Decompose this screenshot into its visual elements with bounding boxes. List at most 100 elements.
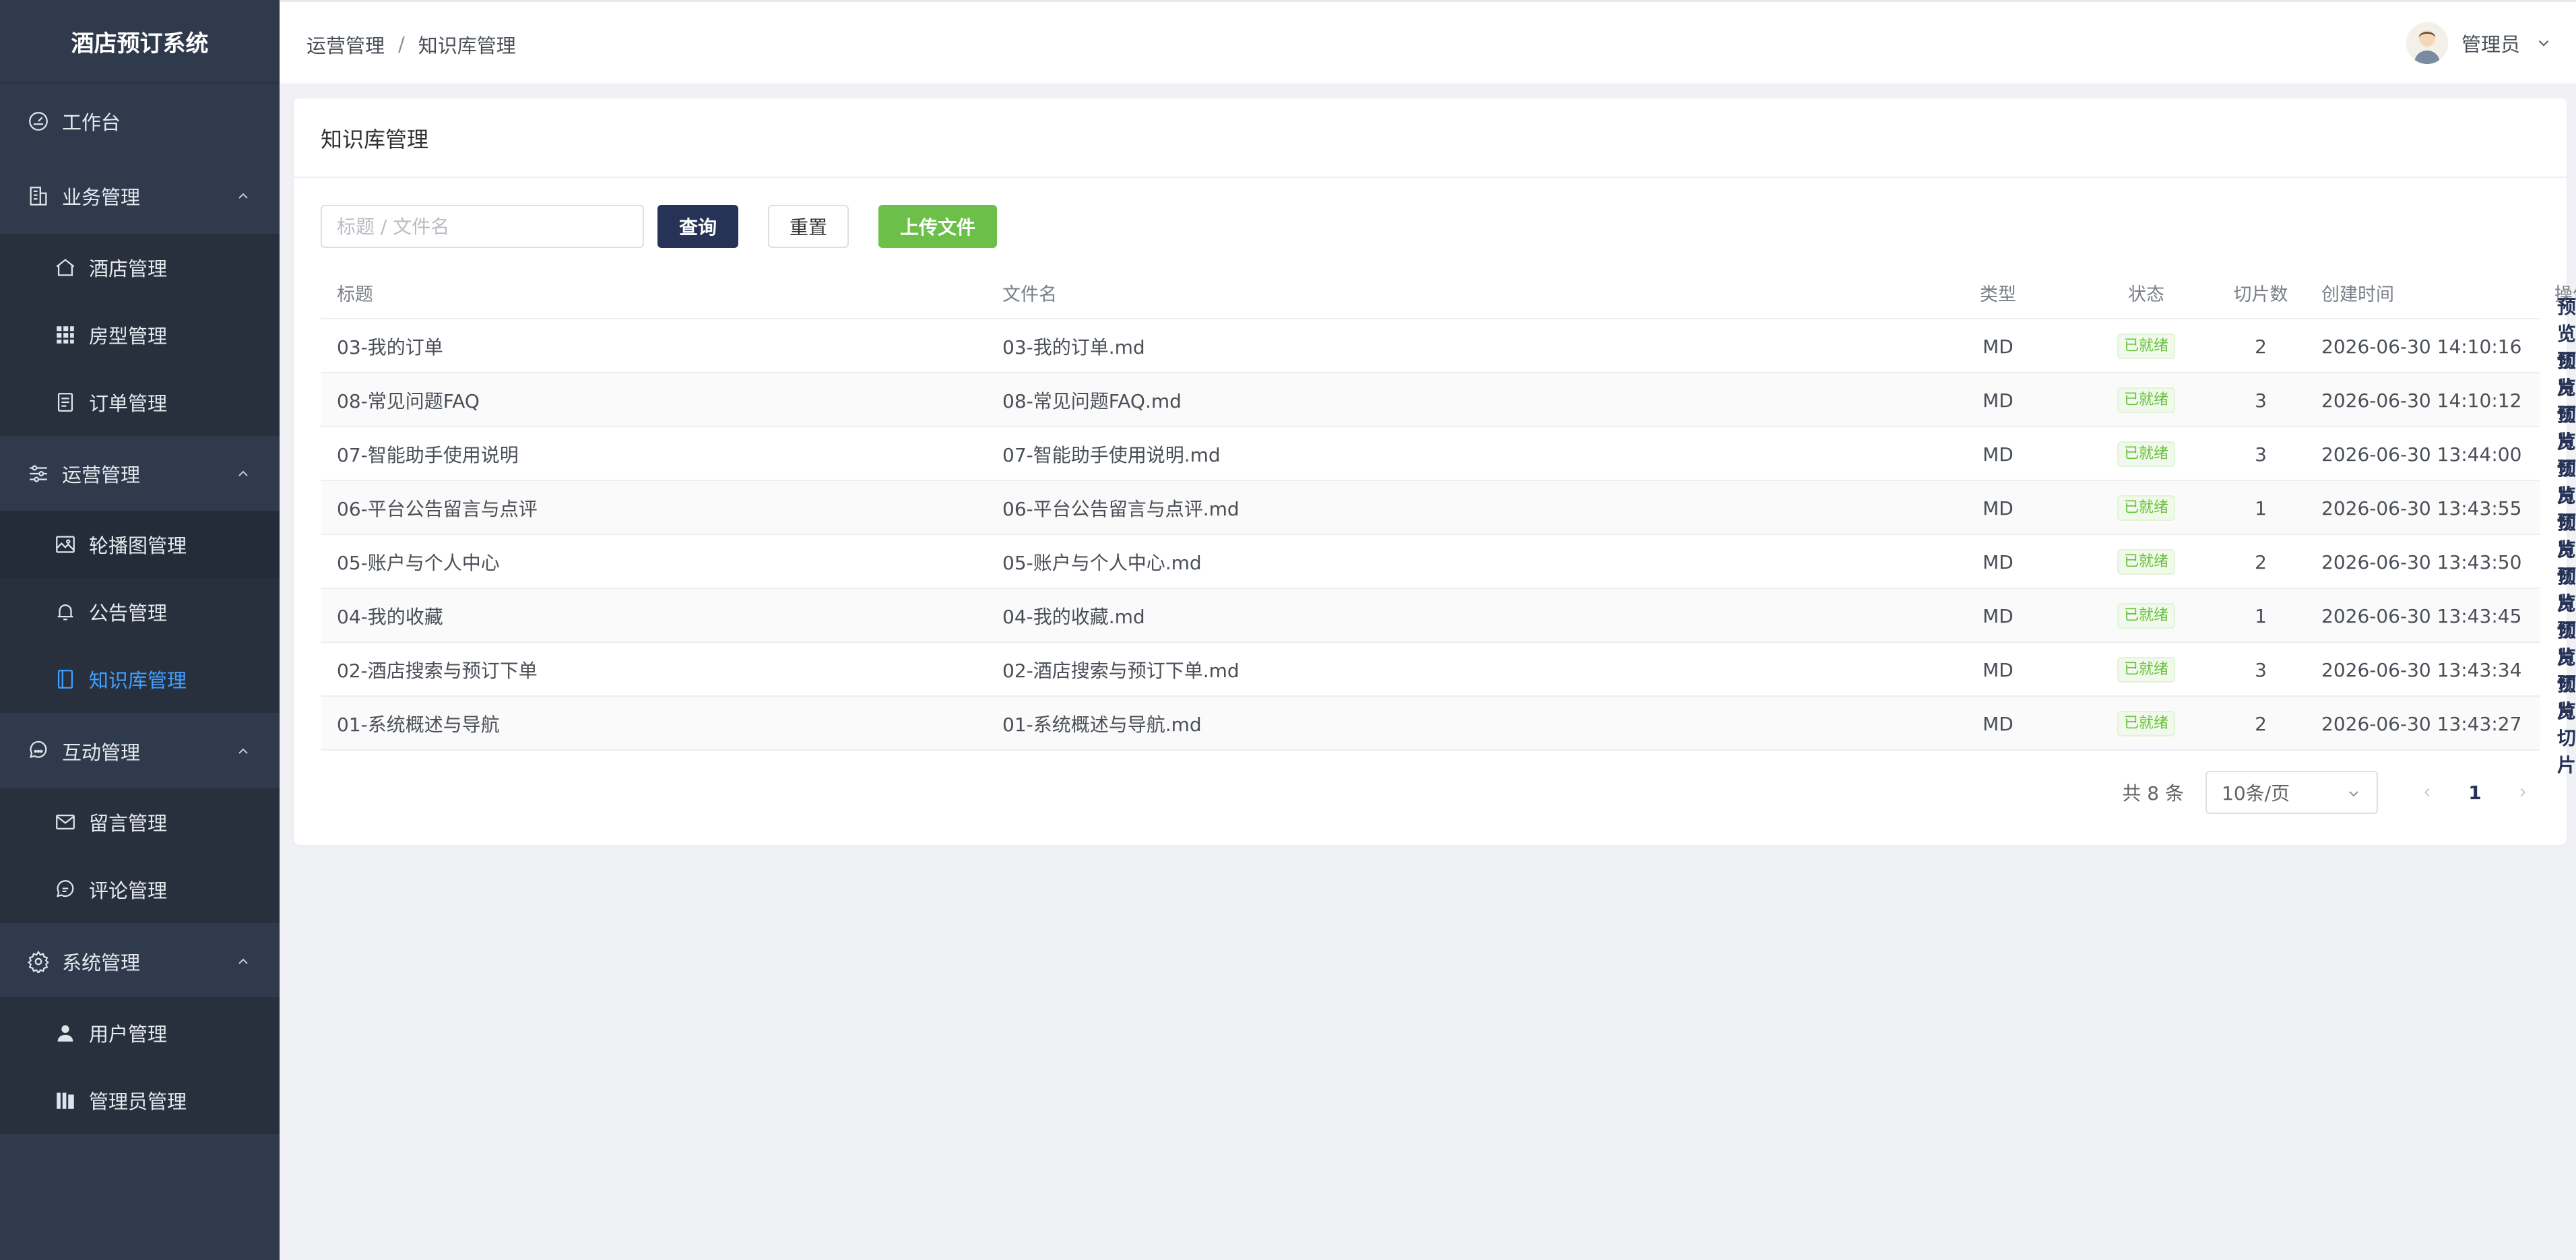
sliders-icon [27,462,50,485]
sidebar-item-user[interactable]: 用户管理 [0,999,280,1067]
chevron-down-icon [2349,791,2358,797]
cell-status: 已就绪 [2086,427,2207,481]
cell-filename: 07-智能助手使用说明.md [1002,444,1221,466]
next-page-button[interactable] [2506,776,2540,809]
cell-filename: 02-酒店搜索与预订下单.md [1002,660,1239,682]
bell-icon [54,600,77,623]
cell-status: 已就绪 [2086,373,2207,427]
column-header-filename: 文件名 [1002,284,1057,305]
document-icon [54,391,77,414]
knowledge-base-card: 知识库管理 查询 重置 上传文件 标题 文件名 类型 状态 切片数 创建时间 操… [294,98,2576,845]
sidebar-item-label: 知识库管理 [89,669,187,692]
column-header-type: 类型 [1980,284,2016,305]
user-menu[interactable]: 管理员 [2406,22,2552,64]
cell-created-time: 2026-06-30 13:43:45 [2321,604,2522,627]
cell-created-time: 2026-06-30 14:10:16 [2321,335,2522,358]
table-row: 06-平台公告留言与点评 06-平台公告留言与点评.md MD 已就绪 1 2026-06… [321,458,2576,561]
chevron-up-icon [238,748,248,754]
status-badge: 已就绪 [2117,657,2175,683]
upload-file-button[interactable]: 上传文件 [878,205,997,248]
breadcrumb-item-current: 知识库管理 [418,34,516,57]
status-badge: 已就绪 [2117,549,2175,575]
sidebar-item-label: 轮播图管理 [89,534,187,557]
cell-status: 已就绪 [2086,697,2207,751]
sidebar-item-message[interactable]: 留言管理 [0,788,280,856]
cell-status: 已就绪 [2086,481,2207,535]
status-badge: 已就绪 [2117,495,2175,521]
sidebar-item-notice[interactable]: 公告管理 [0,578,280,645]
sidebar-item-label: 业务管理 [62,186,141,209]
cell-type: MD [1983,658,2014,681]
sidebar-item-admin[interactable]: 管理员管理 [0,1067,280,1134]
sidebar-item-carousel[interactable]: 轮播图管理 [0,511,280,578]
cell-status: 已就绪 [2086,535,2207,589]
notebook-icon [54,668,77,691]
cell-filename: 04-我的收藏.md [1002,606,1145,628]
sidebar-group-business[interactable]: 业务管理 [0,162,280,230]
sidebar-item-dashboard[interactable]: 工作台 [0,88,280,155]
cell-chunk-count: 3 [2255,658,2267,681]
sidebar-item-label: 工作台 [62,111,121,134]
table-body: 03-我的订单 03-我的订单.md MD 已就绪 2 2026-06-30 14:10:… [321,296,2576,776]
column-header-created-time: 创建时间 [2321,284,2394,305]
sidebar-item-hotel[interactable]: 酒店管理 [0,234,280,301]
cell-type: MD [1983,712,2014,735]
table-row: 05-账户与个人中心 05-账户与个人中心.md MD 已就绪 2 2026-06-30 … [321,511,2576,615]
message-icon [54,811,77,833]
cell-filename: 05-账户与个人中心.md [1002,552,1202,574]
page-title: 知识库管理 [321,127,429,152]
table-row: 01-系统概述与导航 01-系统概述与导航.md MD 已就绪 2 2026-06-30 … [321,673,2576,776]
user-icon [54,1021,77,1044]
home-icon [54,256,77,279]
reset-button[interactable]: 重置 [768,205,849,248]
page-number-current[interactable]: 1 [2455,776,2495,809]
chevron-left-icon [2424,788,2430,797]
gear-icon [27,950,50,973]
sidebar-item-room-type[interactable]: 房型管理 [0,301,280,369]
cell-type: MD [1983,389,2014,412]
search-input[interactable] [321,205,644,248]
cell-status: 已就绪 [2086,643,2207,697]
sidebar-item-knowledge-base[interactable]: 知识库管理 [0,645,280,713]
avatar-icon [2406,22,2448,64]
sidebar-item-label: 评论管理 [89,879,168,902]
cell-chunk-count: 2 [2255,712,2267,735]
status-badge: 已就绪 [2117,387,2175,413]
cell-chunk-count: 1 [2255,604,2267,627]
sidebar-item-label: 酒店管理 [89,257,168,280]
sidebar-item-label: 互动管理 [62,741,141,764]
table-row: 03-我的订单 03-我的订单.md MD 已就绪 2 2026-06-30 14:10:… [321,296,2576,399]
cell-title: 01-系统概述与导航 [337,714,500,736]
cell-title: 06-平台公告留言与点评 [337,498,538,520]
sidebar-group-operations[interactable]: 运营管理 [0,440,280,507]
preview-chunks-button[interactable]: 预览切片 [2557,670,2576,778]
cell-title: 08-常见问题FAQ [337,390,480,412]
chevron-up-icon [238,958,248,964]
sidebar-item-order[interactable]: 订单管理 [0,369,280,436]
page-size-select[interactable]: 10条/页 [2205,771,2378,814]
breadcrumb-separator: / [398,33,405,56]
cell-status: 已就绪 [2086,319,2207,373]
cell-title: 02-酒店搜索与预订下单 [337,660,538,682]
sidebar-item-label: 用户管理 [89,1023,168,1046]
cell-filename: 08-常见问题FAQ.md [1002,390,1182,412]
grid-icon [54,323,77,346]
sidebar-group-system[interactable]: 系统管理 [0,928,280,995]
page-size-value: 10条/页 [2222,782,2290,805]
status-badge: 已就绪 [2117,603,2175,629]
chevron-up-icon [238,470,248,476]
sidebar-group-interaction[interactable]: 互动管理 [0,718,280,785]
cell-type: MD [1983,604,2014,627]
cell-chunk-count: 3 [2255,389,2267,412]
breadcrumb-item-operations[interactable]: 运营管理 [307,30,385,59]
chevron-right-icon [2520,788,2526,797]
prev-page-button[interactable] [2410,776,2444,809]
query-button[interactable]: 查询 [657,205,738,248]
sidebar-item-label: 运营管理 [62,464,141,486]
sidebar-item-comment[interactable]: 评论管理 [0,856,280,923]
picture-icon [54,533,77,556]
cell-created-time: 2026-06-30 13:43:50 [2321,550,2522,573]
cell-type: MD [1983,443,2014,466]
status-badge: 已就绪 [2117,711,2175,736]
building-icon [27,185,50,208]
